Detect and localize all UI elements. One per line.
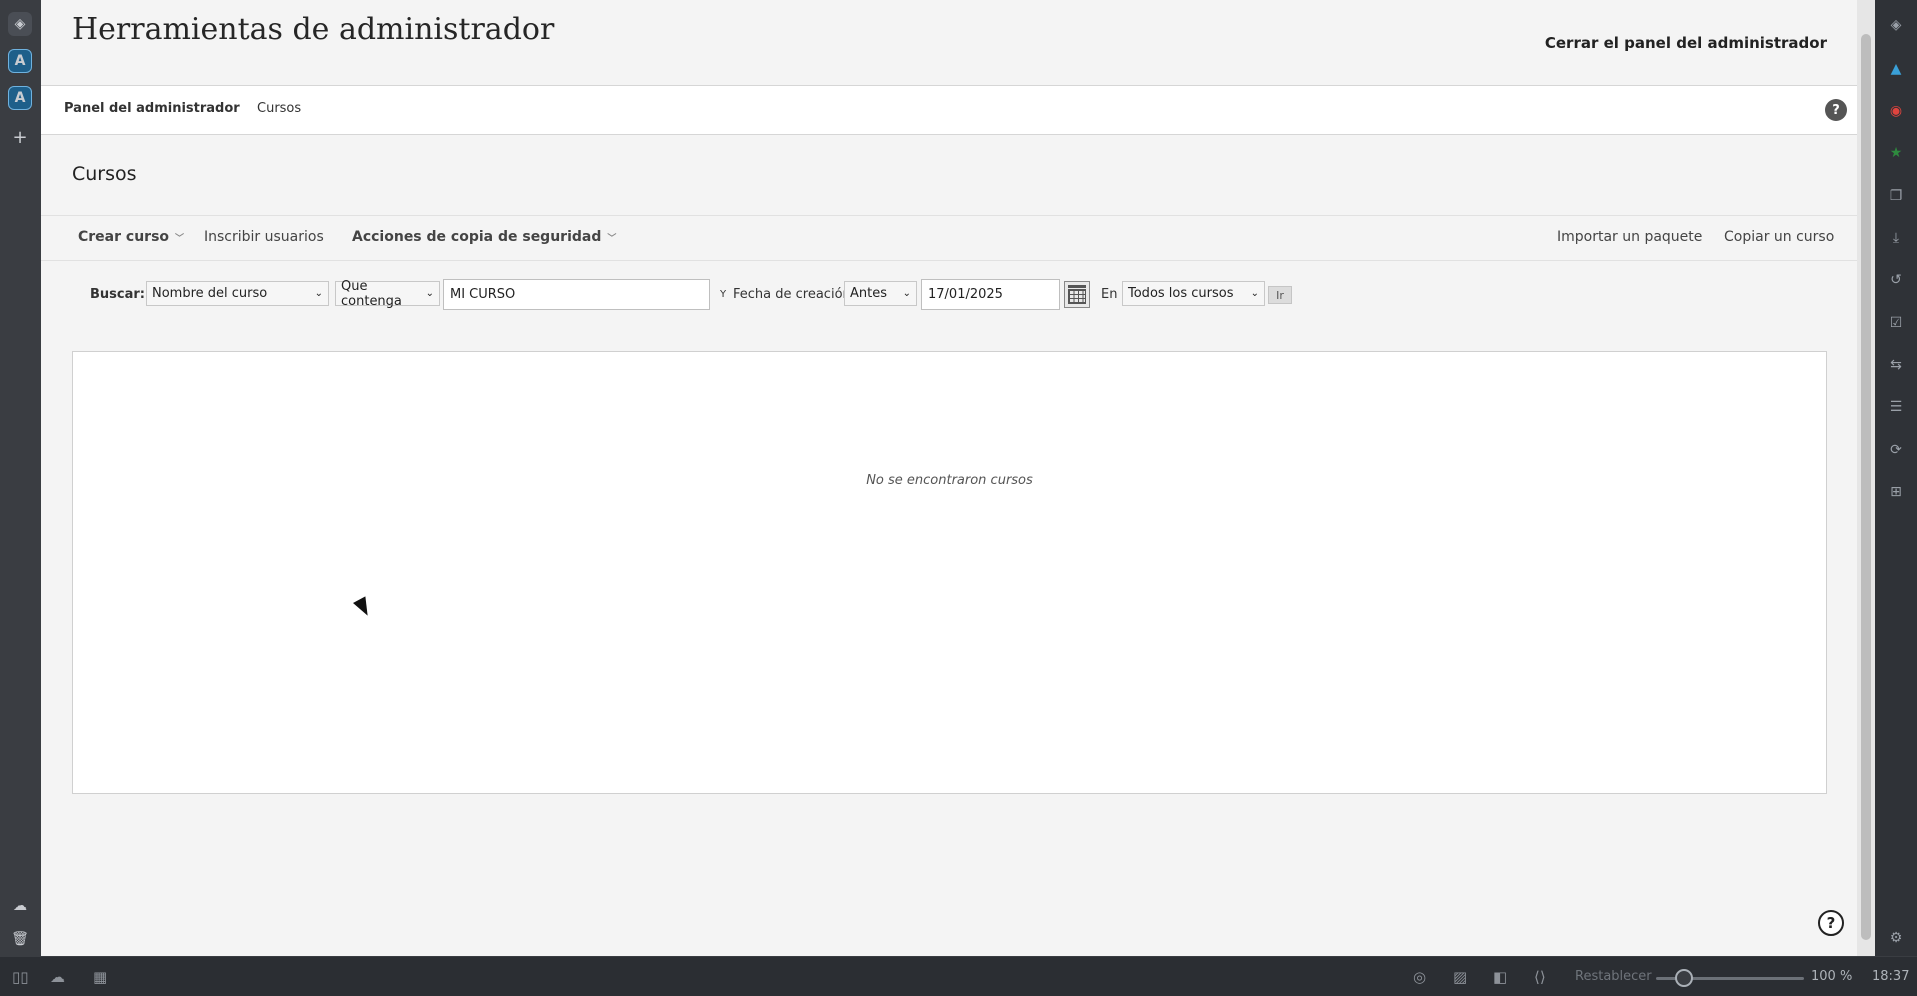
status-bar: ▯▯ ☁ ▦ ◎ ▨ ◧ ⟨⟩ Restablecer 100 % 18:37 — [0, 956, 1917, 996]
tab-icon[interactable]: ◈ — [8, 12, 32, 36]
course-scope-value: Todos los cursos — [1128, 286, 1234, 301]
calendar-status-icon[interactable]: ▦ — [93, 968, 107, 986]
workspace-app-icon[interactable]: A — [8, 49, 32, 73]
chevron-down-icon: ﹀ — [175, 234, 185, 244]
breadcrumb-admin-panel[interactable]: Panel del administrador — [64, 101, 240, 116]
page-scrollbar[interactable] — [1857, 0, 1875, 956]
extension-icon[interactable]: ◈ — [1885, 14, 1907, 36]
settings-icon[interactable]: ⚙ — [1885, 927, 1907, 949]
reset-zoom-button[interactable]: Restablecer — [1575, 969, 1652, 984]
course-scope-select[interactable]: Todos los cursos ⌄ — [1122, 281, 1265, 306]
floating-help-icon[interactable]: ? — [1818, 910, 1844, 936]
chevron-down-icon: ⌄ — [1250, 288, 1259, 299]
section-title: Cursos — [72, 163, 137, 185]
sync-icon[interactable]: ⟳ — [1885, 439, 1907, 461]
bookmark-icon[interactable]: ❐ — [1885, 185, 1907, 207]
creation-date-input[interactable]: 17/01/2025 — [921, 279, 1060, 310]
panel-toggle-icon[interactable]: ▯▯ — [12, 968, 29, 986]
close-admin-panel-link[interactable]: Cerrar el panel del administrador — [1545, 34, 1827, 52]
search-operator-value: Que contenga — [341, 278, 402, 309]
chevron-down-icon: ⌄ — [425, 288, 434, 299]
calendar-header — [1068, 285, 1086, 288]
copy-course-button[interactable]: Copiar un curso — [1724, 229, 1834, 245]
chevron-down-icon: ⌄ — [902, 288, 911, 299]
search-field-value: Nombre del curso — [152, 286, 268, 301]
chevron-down-icon: ⌄ — [314, 288, 323, 299]
right-panel-rail: ◈ ▲ ◉ ★ ❐ ⤓ ↺ ☑ ⇆ ☰ ⟳ ⊞ ⚙ — [1875, 0, 1917, 956]
admin-header: Herramientas de administrador Cerrar el … — [41, 0, 1857, 86]
notes-icon[interactable]: ☑ — [1885, 312, 1907, 334]
date-operator-select[interactable]: Antes ⌄ — [844, 281, 917, 306]
calendar-icon[interactable] — [1064, 281, 1090, 308]
history-icon[interactable]: ↺ — [1885, 269, 1907, 291]
breadcrumb: Panel del administrador Cursos ? — [41, 86, 1857, 135]
cloud-sync-icon[interactable]: ☁ — [50, 968, 65, 986]
and-label: Y — [720, 289, 727, 300]
workspace-app-icon[interactable]: A — [8, 86, 32, 110]
zoom-slider-handle[interactable] — [1675, 969, 1693, 987]
in-label: En — [1101, 287, 1118, 302]
search-label: Buscar: — [90, 287, 145, 302]
download-icon[interactable]: ⤓ — [1885, 227, 1907, 249]
image-icon[interactable]: ▨ — [1453, 968, 1467, 986]
scrollbar-thumb[interactable] — [1861, 34, 1871, 940]
zoom-level: 100 % — [1811, 969, 1853, 984]
add-icon[interactable]: + — [8, 125, 32, 149]
help-icon[interactable]: ? — [1825, 99, 1847, 121]
vivaldi-icon[interactable]: ◉ — [1885, 100, 1907, 122]
backup-actions-menu[interactable]: Acciones de copia de seguridad ﹀ — [352, 229, 616, 245]
cloud-icon[interactable]: ☁ — [8, 894, 32, 918]
date-operator-value: Antes — [850, 286, 888, 301]
page-content: Herramientas de administrador Cerrar el … — [41, 0, 1857, 956]
code-icon[interactable]: ⟨⟩ — [1534, 968, 1546, 986]
results-panel: No se encontraron cursos — [72, 351, 1827, 794]
search-field-select[interactable]: Nombre del curso ⌄ — [146, 281, 329, 306]
trash-icon[interactable]: 🗑 — [8, 927, 32, 951]
import-package-button[interactable]: Importar un paquete — [1557, 229, 1702, 245]
calendar-grid — [1068, 289, 1086, 304]
search-operator-select[interactable]: Que contenga ⌄ — [335, 278, 440, 309]
create-course-label: Crear curso — [78, 229, 170, 245]
translate-icon[interactable]: ⇆ — [1885, 354, 1907, 376]
page-title: Herramientas de administrador — [72, 12, 555, 47]
tiling-icon[interactable]: ◧ — [1493, 968, 1507, 986]
course-action-bar: Crear curso ﹀ Inscribir usuarios Acciones… — [41, 215, 1857, 261]
breadcrumb-courses[interactable]: Cursos — [257, 101, 301, 116]
left-panel-rail: ◈ A A + ☁ 🗑 — [0, 0, 41, 956]
backup-actions-label: Acciones de copia de seguridad — [352, 229, 602, 245]
search-form: Buscar: Nombre del curso ⌄ Que contenga ⌄ … — [41, 277, 1857, 313]
empty-results-message: No se encontraron cursos — [866, 473, 1033, 488]
creation-date-label: Fecha de creación — [733, 287, 851, 302]
go-button[interactable]: Ir — [1268, 286, 1292, 304]
clock: 18:37 — [1872, 969, 1910, 984]
enroll-users-button[interactable]: Inscribir usuarios — [204, 229, 324, 245]
add-panel-icon[interactable]: ⊞ — [1885, 481, 1907, 503]
create-course-menu[interactable]: Crear curso ﹀ — [78, 229, 184, 245]
triangle-icon[interactable]: ▲ — [1885, 58, 1907, 80]
reading-list-icon[interactable]: ☰ — [1885, 396, 1907, 418]
chevron-down-icon: ﹀ — [607, 234, 617, 244]
capture-icon[interactable]: ◎ — [1413, 968, 1426, 986]
search-query-input[interactable]: MI CURSO — [443, 279, 710, 310]
star-icon[interactable]: ★ — [1885, 142, 1907, 164]
